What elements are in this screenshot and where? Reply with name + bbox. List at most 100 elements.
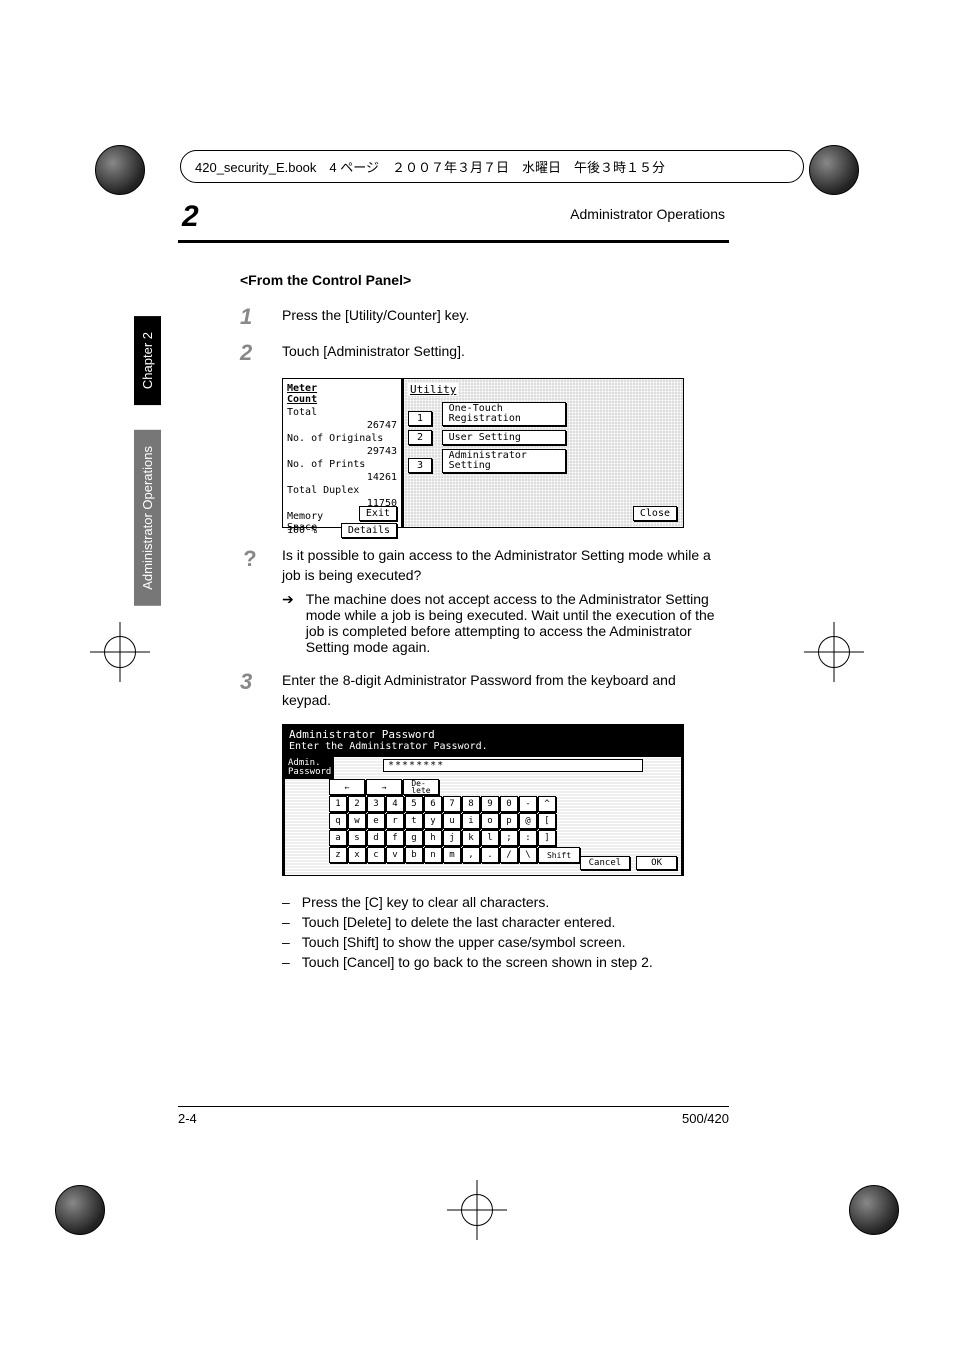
key-f[interactable]: f: [386, 830, 404, 846]
key-y[interactable]: y: [424, 813, 442, 829]
key-q[interactable]: q: [329, 813, 347, 829]
password-subtitle: Enter the Administrator Password.: [289, 741, 677, 752]
key-u[interactable]: u: [443, 813, 461, 829]
page-title: Administrator Operations: [240, 206, 725, 222]
opt3-num: 3: [408, 458, 432, 473]
crosshair-right: [804, 622, 864, 682]
key-1[interactable]: 1: [329, 796, 347, 812]
originals-value: 29743: [287, 446, 397, 457]
key-;[interactable]: ;: [500, 830, 518, 846]
details-button[interactable]: Details: [341, 523, 397, 538]
chapter-number: 2: [182, 200, 199, 234]
key-m[interactable]: m: [443, 847, 461, 863]
shift-key[interactable]: Shift: [538, 847, 580, 863]
key-/[interactable]: /: [500, 847, 518, 863]
key-s[interactable]: s: [348, 830, 366, 846]
key-l[interactable]: l: [481, 830, 499, 846]
key-b[interactable]: b: [405, 847, 423, 863]
key-d[interactable]: d: [367, 830, 385, 846]
key-g[interactable]: g: [405, 830, 423, 846]
exit-button[interactable]: Exit: [359, 506, 397, 521]
key-k[interactable]: k: [462, 830, 480, 846]
key-z[interactable]: z: [329, 847, 347, 863]
kb-row-a: asdfghjkl;:]: [329, 830, 580, 846]
ok-button[interactable]: OK: [636, 856, 677, 870]
originals-label: No. of Originals: [287, 433, 397, 444]
key-.[interactable]: .: [481, 847, 499, 863]
key-[[interactable]: [: [538, 813, 556, 829]
arrow-icon: ➔: [282, 591, 294, 655]
step-2-number: 2: [240, 342, 260, 364]
key-7[interactable]: 7: [443, 796, 461, 812]
opt1-num: 1: [408, 411, 432, 426]
crosshair-bottom: [447, 1180, 507, 1240]
key-j[interactable]: j: [443, 830, 461, 846]
key-t[interactable]: t: [405, 813, 423, 829]
password-title: Administrator Password: [289, 728, 677, 741]
key-8[interactable]: 8: [462, 796, 480, 812]
kb-row-q: qwertyuiop@[: [329, 813, 580, 829]
key-^[interactable]: ^: [538, 796, 556, 812]
key-p[interactable]: p: [500, 813, 518, 829]
meter-count-header: Meter Count: [287, 383, 397, 405]
key-r[interactable]: r: [386, 813, 404, 829]
key-9[interactable]: 9: [481, 796, 499, 812]
kb-row-num: 1234567890-^: [329, 796, 580, 812]
key-3[interactable]: 3: [367, 796, 385, 812]
opt2-num: 2: [408, 430, 432, 445]
one-touch-registration-button[interactable]: One-Touch Registration: [442, 402, 566, 426]
delete-key[interactable]: De- lete: [403, 779, 439, 795]
model-number: 500/420: [682, 1111, 729, 1126]
key-2[interactable]: 2: [348, 796, 366, 812]
key-x[interactable]: x: [348, 847, 366, 863]
key-h[interactable]: h: [424, 830, 442, 846]
key-@[interactable]: @: [519, 813, 537, 829]
admin-password-label: Admin. Password: [285, 757, 334, 779]
step-1-text: Press the [Utility/Counter] key.: [282, 306, 725, 328]
onscreen-keyboard: ← → De- lete 1234567890-^ qwertyuiop@[ a…: [329, 779, 580, 864]
prints-value: 14261: [287, 472, 397, 483]
dash-icon: –: [282, 954, 290, 970]
administrator-setting-button[interactable]: Administrator Setting: [442, 449, 566, 473]
duplex-label: Total Duplex: [287, 485, 397, 496]
key-][interactable]: ]: [538, 830, 556, 846]
key-:[interactable]: :: [519, 830, 537, 846]
section-title: <From the Control Panel>: [240, 272, 725, 288]
step-2-text: Touch [Administrator Setting].: [282, 342, 725, 364]
reg-mark-bottom-right: [844, 1180, 904, 1240]
key-v[interactable]: v: [386, 847, 404, 863]
arrow-right-key[interactable]: →: [366, 779, 402, 795]
key-w[interactable]: w: [348, 813, 366, 829]
reg-mark-top-left: [90, 140, 150, 200]
total-value: 26747: [287, 420, 397, 431]
bullet-3: Touch [Shift] to show the upper case/sym…: [302, 934, 626, 950]
key-\[interactable]: \: [519, 847, 537, 863]
key-0[interactable]: 0: [500, 796, 518, 812]
answer-text: The machine does not accept access to th…: [306, 591, 725, 655]
side-tab-section: Administrator Operations: [134, 430, 161, 606]
step-3-text: Enter the 8-digit Administrator Password…: [282, 671, 725, 710]
key-,[interactable]: ,: [462, 847, 480, 863]
key-n[interactable]: n: [424, 847, 442, 863]
key-4[interactable]: 4: [386, 796, 404, 812]
arrow-left-key[interactable]: ←: [329, 779, 365, 795]
bullet-4: Touch [Cancel] to go back to the screen …: [302, 954, 653, 970]
reg-mark-bottom-left: [50, 1180, 110, 1240]
dash-icon: –: [282, 934, 290, 950]
key-5[interactable]: 5: [405, 796, 423, 812]
key--[interactable]: -: [519, 796, 537, 812]
key-6[interactable]: 6: [424, 796, 442, 812]
key-e[interactable]: e: [367, 813, 385, 829]
key-c[interactable]: c: [367, 847, 385, 863]
key-o[interactable]: o: [481, 813, 499, 829]
close-button[interactable]: Close: [633, 506, 677, 521]
password-field[interactable]: ********: [383, 759, 643, 772]
total-label: Total: [287, 407, 397, 418]
user-setting-button[interactable]: User Setting: [442, 430, 566, 445]
reg-mark-top-right: [804, 140, 864, 200]
bullet-2: Touch [Delete] to delete the last charac…: [302, 914, 616, 930]
key-a[interactable]: a: [329, 830, 347, 846]
bullet-1: Press the [C] key to clear all character…: [302, 894, 549, 910]
cancel-button[interactable]: Cancel: [580, 856, 631, 870]
key-i[interactable]: i: [462, 813, 480, 829]
